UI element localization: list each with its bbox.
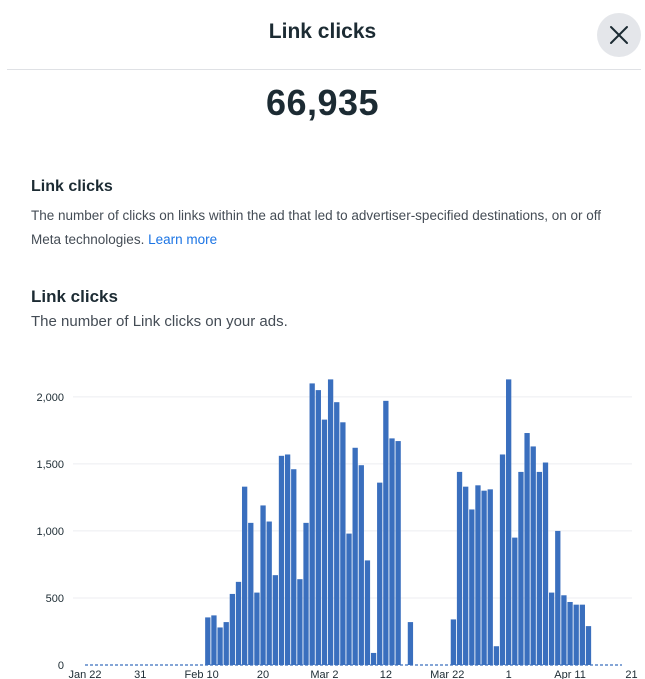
bar[interactable]: [395, 441, 401, 665]
x-tick-label: 1: [506, 669, 512, 679]
x-tick-label: 12: [380, 669, 392, 679]
x-tick-label: 31: [134, 669, 146, 679]
bar[interactable]: [229, 593, 236, 665]
bar[interactable]: [383, 400, 389, 665]
y-tick-label: 2,000: [36, 392, 64, 404]
bar[interactable]: [235, 581, 242, 665]
close-icon: [610, 26, 628, 44]
dialog-title: Link clicks: [268, 20, 377, 43]
bar[interactable]: [499, 454, 506, 665]
chart-subtitle: The number of Link clicks on your ads.: [31, 313, 288, 330]
bar[interactable]: [315, 390, 321, 665]
definition-text: The number of clicks on links within the…: [31, 204, 631, 252]
header-divider: [7, 69, 641, 70]
bar[interactable]: [254, 592, 260, 665]
bar[interactable]: [536, 471, 543, 665]
bar[interactable]: [493, 646, 500, 665]
bar[interactable]: [469, 509, 475, 665]
bar[interactable]: [585, 626, 592, 665]
x-tick-label: Jan 22: [68, 669, 101, 679]
bar[interactable]: [327, 379, 334, 665]
bar[interactable]: [340, 422, 346, 665]
y-tick-label: 1,500: [36, 459, 64, 471]
bar[interactable]: [217, 627, 223, 665]
link-clicks-chart: 0 500 1,000 1,500 2,000 Jan 22 31 Feb 10 20 Mar 2…: [36, 379, 638, 679]
bar[interactable]: [352, 447, 358, 665]
bar[interactable]: [205, 617, 211, 665]
bar[interactable]: [506, 379, 512, 665]
bar[interactable]: [260, 505, 266, 665]
bar[interactable]: [463, 486, 469, 665]
bar[interactable]: [377, 482, 383, 665]
bar[interactable]: [524, 433, 530, 665]
bar[interactable]: [567, 601, 573, 665]
bar[interactable]: [297, 579, 303, 665]
bar[interactable]: [303, 522, 309, 665]
bar[interactable]: [389, 438, 395, 665]
definition-body: The number of clicks on links within the…: [31, 208, 602, 247]
bar[interactable]: [530, 446, 536, 665]
x-tick-label: Mar 2: [310, 669, 338, 679]
bar[interactable]: [291, 469, 297, 665]
bar[interactable]: [542, 462, 549, 665]
x-tick-label: 21: [625, 669, 637, 679]
dialog-header: Link clicks: [0, 0, 645, 70]
bar[interactable]: [456, 471, 463, 665]
bar[interactable]: [364, 560, 371, 665]
bar[interactable]: [481, 490, 487, 665]
definition-title: Link clicks: [31, 178, 113, 195]
close-button[interactable]: [597, 13, 641, 57]
chart-title: Link clicks: [31, 287, 118, 306]
bar[interactable]: [223, 622, 229, 665]
bar[interactable]: [334, 402, 340, 665]
bar[interactable]: [548, 592, 555, 665]
bar[interactable]: [518, 471, 524, 665]
bar[interactable]: [370, 652, 377, 665]
bar[interactable]: [579, 604, 585, 665]
x-tick-label: Apr 11: [554, 669, 586, 679]
total-link-clicks: 66,935: [265, 82, 380, 123]
bar[interactable]: [278, 455, 285, 665]
bar[interactable]: [561, 595, 567, 665]
bar[interactable]: [407, 622, 414, 665]
x-tick-label: Mar 22: [430, 669, 464, 679]
bar[interactable]: [309, 383, 315, 665]
bar[interactable]: [211, 615, 217, 665]
bar[interactable]: [358, 465, 364, 665]
y-tick-label: 1,000: [36, 526, 64, 538]
bar[interactable]: [321, 419, 328, 665]
bar[interactable]: [512, 537, 518, 665]
x-tick-label: Feb 10: [185, 669, 219, 679]
bar[interactable]: [272, 575, 278, 665]
bar[interactable]: [266, 521, 272, 665]
bar[interactable]: [555, 530, 561, 665]
bar[interactable]: [475, 485, 481, 665]
bar[interactable]: [241, 486, 248, 665]
bar[interactable]: [487, 489, 493, 665]
y-tick-label: 500: [46, 593, 64, 605]
bar[interactable]: [284, 454, 291, 665]
x-tick-label: 20: [257, 669, 269, 679]
learn-more-link[interactable]: Learn more: [148, 232, 217, 247]
bar[interactable]: [573, 604, 579, 665]
y-tick-label: 0: [58, 660, 64, 672]
bar[interactable]: [346, 533, 352, 665]
bar[interactable]: [450, 619, 457, 665]
bar[interactable]: [248, 522, 254, 665]
